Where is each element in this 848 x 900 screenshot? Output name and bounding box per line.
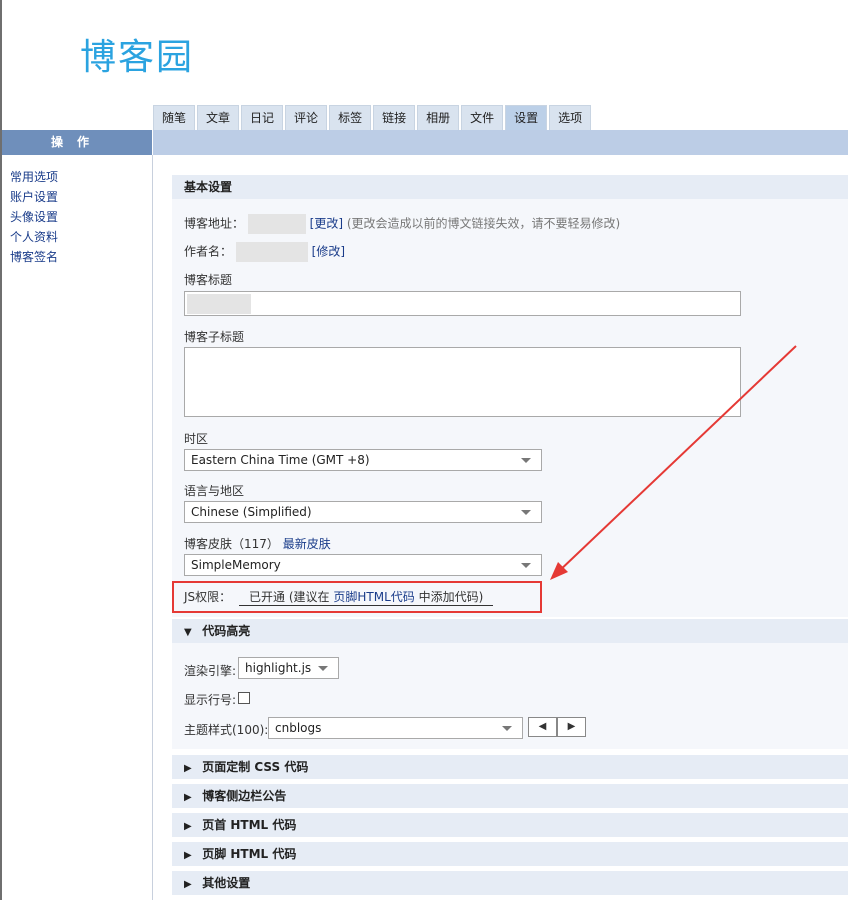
render-engine-label: 渲染引擎: xyxy=(184,664,237,678)
header-bar xyxy=(153,130,848,155)
language-select[interactable]: Chinese (Simplified) xyxy=(184,501,542,523)
custom-css-title: 页面定制 CSS 代码 xyxy=(202,760,309,774)
blog-address-change-link[interactable]: [更改] xyxy=(310,217,343,231)
sidebar-item-signature[interactable]: 博客签名 xyxy=(10,247,58,267)
triangle-right-icon: ▶ xyxy=(184,792,192,803)
js-permission-status: 已开通 (建议在 页脚HTML代码 中添加代码) xyxy=(239,588,494,606)
timezone-value: Eastern China Time (GMT +8) xyxy=(191,453,370,467)
tab-files[interactable]: 文件 xyxy=(461,105,504,130)
tab-links[interactable]: 链接 xyxy=(373,105,416,130)
main-tabs: 随笔 文章 日记 评论 标签 链接 相册 文件 设置 选项 xyxy=(153,105,593,130)
header-html-section[interactable]: ▶ 页首 HTML 代码 xyxy=(172,813,848,837)
sidebar-menu: 常用选项 账户设置 头像设置 个人资料 博客签名 xyxy=(10,167,58,267)
sidebar-item-common-options[interactable]: 常用选项 xyxy=(10,167,58,187)
tab-diary[interactable]: 日记 xyxy=(241,105,284,130)
cnblogs-logo[interactable]: 博客园 xyxy=(80,28,194,80)
blog-address-value-redacted xyxy=(247,214,306,234)
blog-address-row: 博客地址： [更改] (更改会造成以前的博文链接失效，请不要轻易修改) xyxy=(184,214,620,234)
render-engine-value: highlight.js xyxy=(245,661,312,675)
sidebar-divider xyxy=(152,155,153,900)
footer-html-section[interactable]: ▶ 页脚 HTML 代码 xyxy=(172,842,848,866)
basic-settings-header: 基本设置 xyxy=(172,175,848,199)
triangle-right-icon: ▶ xyxy=(184,879,192,890)
blog-title-label: 博客标题 xyxy=(184,273,233,287)
blog-address-label: 博客地址： xyxy=(184,216,245,231)
chevron-down-icon xyxy=(521,458,531,463)
blog-subtitle-textarea[interactable] xyxy=(184,347,741,417)
tab-tags[interactable]: 标签 xyxy=(329,105,372,130)
theme-style-value: cnblogs xyxy=(275,721,322,735)
header-html-title: 页首 HTML 代码 xyxy=(202,818,297,832)
timezone-label: 时区 xyxy=(184,432,209,446)
basic-settings-title: 基本设置 xyxy=(184,180,233,194)
sidebar-heading: 操作 xyxy=(2,130,152,155)
code-highlight-header[interactable]: ▼ 代码高亮 xyxy=(172,619,848,643)
skin-value: SimpleMemory xyxy=(191,558,281,572)
tab-posts[interactable]: 随笔 xyxy=(153,105,196,130)
author-label: 作者名： xyxy=(184,244,233,259)
tab-settings[interactable]: 设置 xyxy=(505,105,548,130)
author-value-redacted xyxy=(235,242,308,262)
prev-theme-button[interactable]: ◀ xyxy=(528,717,557,737)
chevron-down-icon xyxy=(521,563,531,568)
other-settings-title: 其他设置 xyxy=(202,876,251,890)
blog-subtitle-label: 博客子标题 xyxy=(184,330,245,344)
triangle-right-icon: ▶ xyxy=(184,821,192,832)
skin-label: 博客皮肤（117） xyxy=(184,537,279,551)
render-engine-select[interactable]: highlight.js xyxy=(238,657,339,679)
next-theme-button[interactable]: ▶ xyxy=(557,717,586,737)
language-label: 语言与地区 xyxy=(184,484,245,498)
skin-select[interactable]: SimpleMemory xyxy=(184,554,542,576)
author-edit-link[interactable]: [修改] xyxy=(312,245,345,259)
code-highlight-title: 代码高亮 xyxy=(202,624,251,638)
other-settings-section[interactable]: ▶ 其他设置 xyxy=(172,871,848,895)
chevron-down-icon xyxy=(521,510,531,515)
sidebar-notice-title: 博客侧边栏公告 xyxy=(202,789,287,803)
line-numbers-checkbox[interactable] xyxy=(238,692,250,704)
sidebar-notice-section[interactable]: ▶ 博客侧边栏公告 xyxy=(172,784,848,808)
footer-html-link[interactable]: 页脚HTML代码 xyxy=(333,590,414,604)
tab-articles[interactable]: 文章 xyxy=(197,105,240,130)
blog-address-hint: (更改会造成以前的博文链接失效，请不要轻易修改) xyxy=(346,216,621,231)
js-permission-row: JS权限： 已开通 (建议在 页脚HTML代码 中添加代码) xyxy=(184,588,494,606)
tab-comments[interactable]: 评论 xyxy=(285,105,328,130)
blog-title-value-redacted xyxy=(187,294,251,314)
language-value: Chinese (Simplified) xyxy=(191,505,312,519)
blog-title-input[interactable] xyxy=(184,291,741,316)
custom-css-section[interactable]: ▶ 页面定制 CSS 代码 xyxy=(172,755,848,779)
chevron-down-icon xyxy=(318,666,328,671)
sidebar-item-avatar-settings[interactable]: 头像设置 xyxy=(10,207,58,227)
line-numbers-label: 显示行号: xyxy=(184,693,237,707)
theme-style-select[interactable]: cnblogs xyxy=(268,717,523,739)
chevron-down-icon xyxy=(502,726,512,731)
author-row: 作者名： [修改] xyxy=(184,242,345,262)
js-permission-label: JS权限： xyxy=(184,590,232,604)
sidebar-item-account-settings[interactable]: 账户设置 xyxy=(10,187,58,207)
theme-style-label: 主题样式(100): xyxy=(184,723,269,737)
sidebar-item-profile[interactable]: 个人资料 xyxy=(10,227,58,247)
skin-row: 博客皮肤（117） 最新皮肤 xyxy=(184,535,331,552)
triangle-down-icon: ▼ xyxy=(184,627,192,638)
tab-options[interactable]: 选项 xyxy=(549,105,592,130)
arrow-right-icon: ▶ xyxy=(567,721,576,732)
footer-html-title: 页脚 HTML 代码 xyxy=(202,847,297,861)
arrow-left-icon: ◀ xyxy=(538,721,547,732)
triangle-right-icon: ▶ xyxy=(184,850,192,861)
latest-skins-link[interactable]: 最新皮肤 xyxy=(283,537,331,551)
triangle-right-icon: ▶ xyxy=(184,763,192,774)
timezone-select[interactable]: Eastern China Time (GMT +8) xyxy=(184,449,542,471)
tab-albums[interactable]: 相册 xyxy=(417,105,460,130)
